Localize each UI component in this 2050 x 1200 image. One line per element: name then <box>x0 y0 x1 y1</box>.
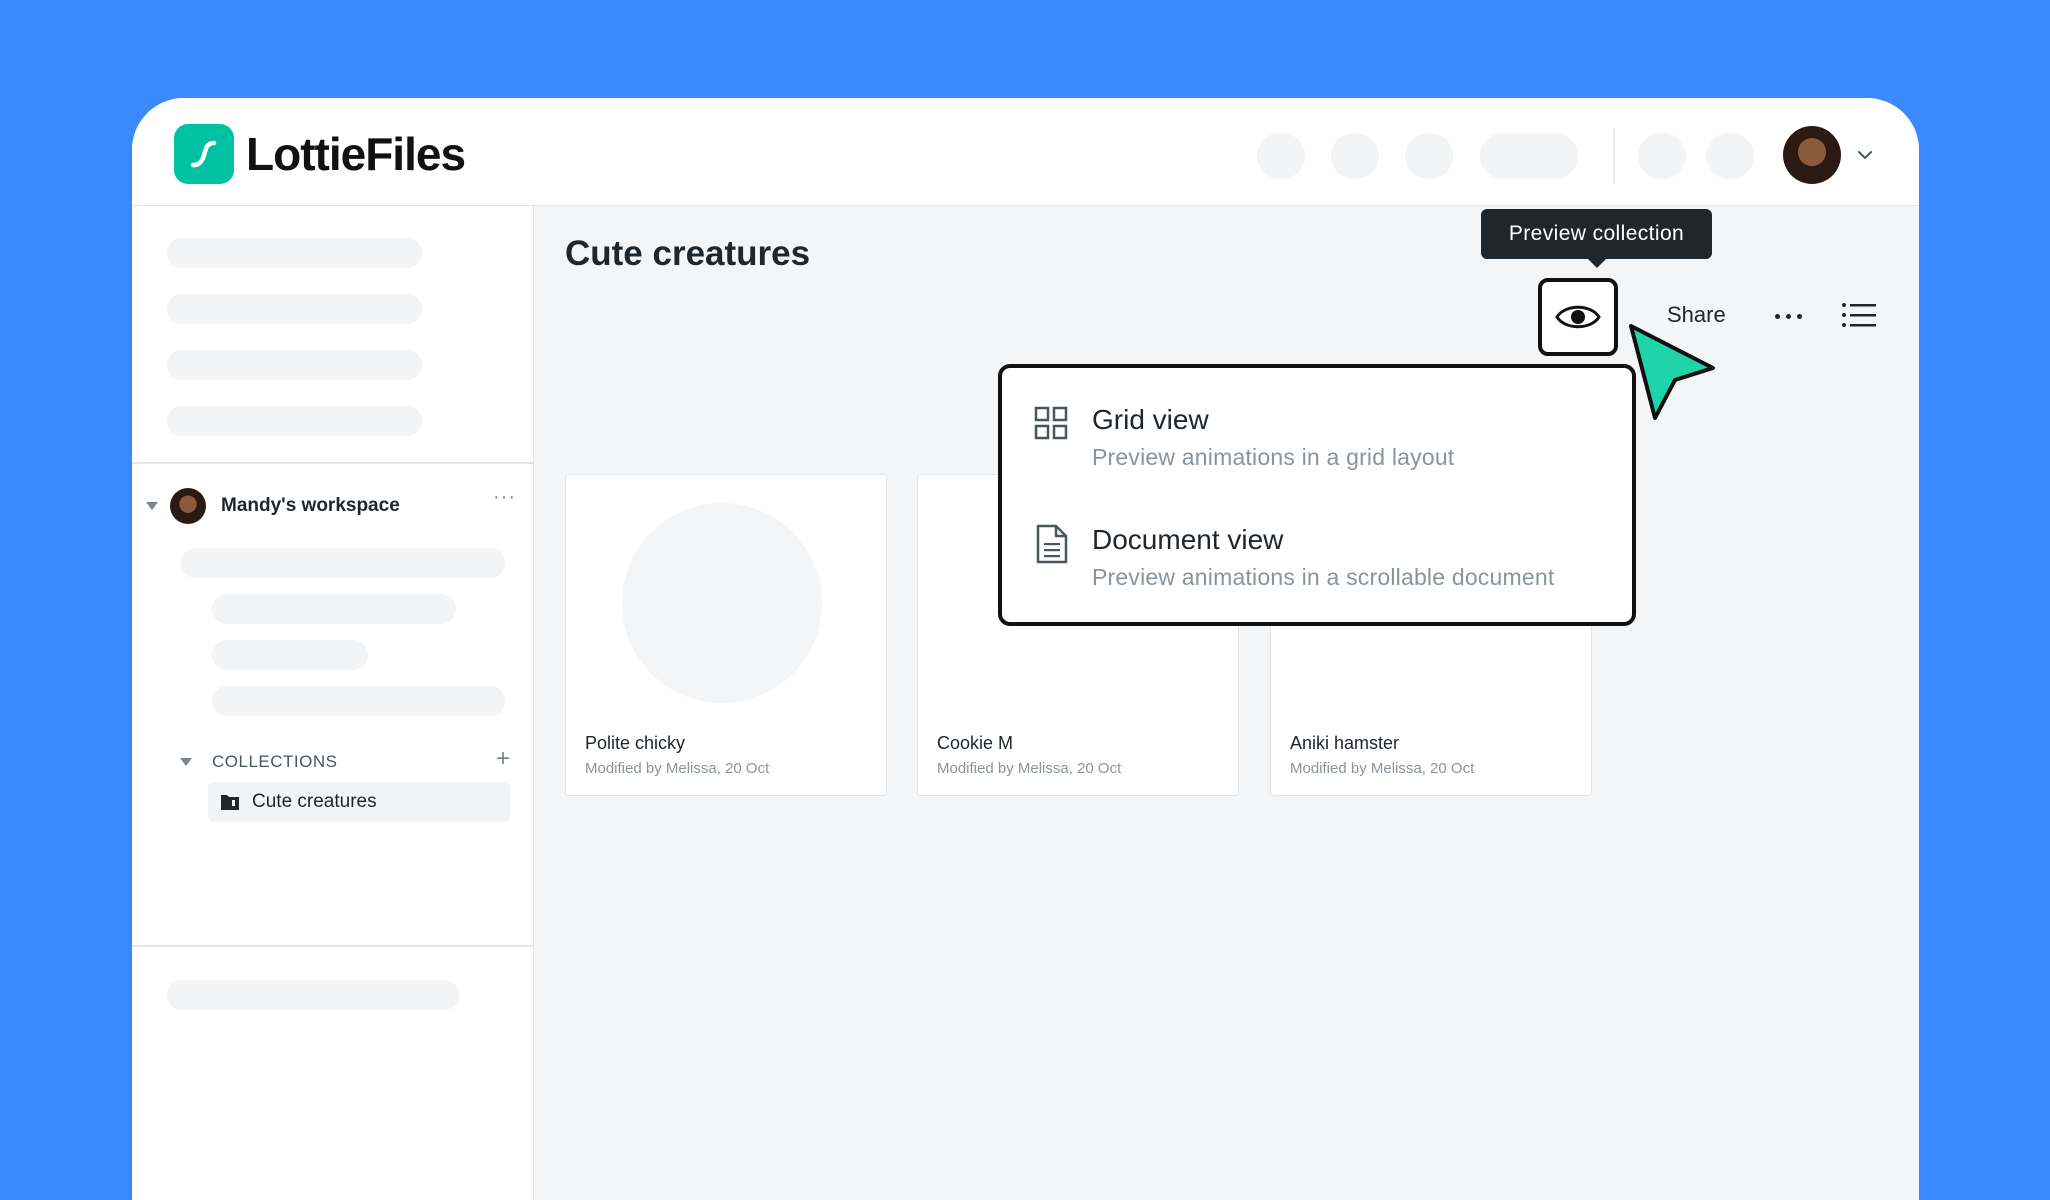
sidebar-placeholder[interactable] <box>167 294 422 324</box>
grid-icon <box>1034 406 1068 440</box>
workspace-avatar <box>170 488 206 524</box>
sidebar-placeholder[interactable] <box>212 594 456 624</box>
app-window: LottieFiles Mandy's workspace ··· COLLEC… <box>132 98 1919 1200</box>
caret-down-icon[interactable] <box>146 502 158 510</box>
sidebar-divider <box>132 945 533 947</box>
sidebar-placeholder[interactable] <box>167 406 422 436</box>
workspace-more-icon[interactable]: ··· <box>493 486 516 509</box>
card-meta: Modified by Melissa, 20 Oct <box>937 760 1122 777</box>
sidebar-placeholder[interactable] <box>167 238 422 268</box>
logo-text: LottieFiles <box>246 128 466 180</box>
logo[interactable]: LottieFiles <box>174 124 466 184</box>
menu-item-title: Grid view <box>1092 404 1209 435</box>
menu-item-subtitle: Preview animations in a grid layout <box>1092 444 1455 470</box>
header-icon-placeholder[interactable] <box>1405 133 1453 179</box>
sidebar-divider <box>132 462 533 464</box>
menu-item-subtitle: Preview animations in a scrollable docum… <box>1092 564 1555 590</box>
collection-item-label: Cute creatures <box>252 791 377 812</box>
logo-mark-icon <box>174 124 234 184</box>
eye-icon <box>1555 305 1601 329</box>
sidebar: Mandy's workspace ··· COLLECTIONS + Cute… <box>132 206 534 1200</box>
preview-menu: Grid view Preview animations in a grid l… <box>998 364 1636 626</box>
menu-item-grid-view[interactable]: Grid view Preview animations in a grid l… <box>1034 404 1614 474</box>
more-options-icon[interactable] <box>1775 314 1802 319</box>
sidebar-placeholder[interactable] <box>212 640 368 670</box>
add-collection-button[interactable]: + <box>496 745 510 773</box>
sidebar-placeholder[interactable] <box>167 980 459 1010</box>
sidebar-placeholder[interactable] <box>212 686 505 716</box>
caret-down-icon[interactable] <box>180 758 192 766</box>
menu-item-document-view[interactable]: Document view Preview animations in a sc… <box>1034 524 1614 594</box>
card-title: Polite chicky <box>585 733 686 753</box>
header-icon-placeholder[interactable] <box>1257 133 1305 179</box>
card-meta: Modified by Melissa, 20 Oct <box>1290 760 1475 777</box>
collections-label: COLLECTIONS <box>212 752 338 771</box>
header-divider <box>1613 128 1615 184</box>
header-button-placeholder[interactable] <box>1480 133 1578 179</box>
collections-header[interactable]: COLLECTIONS + <box>180 745 510 777</box>
page-title: Cute creatures <box>565 234 811 273</box>
cursor-pointer-icon <box>1629 324 1715 420</box>
collection-item-cute-creatures[interactable]: Cute creatures <box>208 782 510 822</box>
card-title: Aniki hamster <box>1290 733 1400 753</box>
sidebar-placeholder[interactable] <box>167 350 422 380</box>
animation-card[interactable]: Polite chicky Modified by Melissa, 20 Oc… <box>565 474 887 796</box>
top-header: LottieFiles <box>132 98 1919 206</box>
document-icon <box>1036 524 1068 564</box>
card-meta: Modified by Melissa, 20 Oct <box>585 760 770 777</box>
card-title: Cookie M <box>937 733 1014 753</box>
header-icon-placeholder[interactable] <box>1331 133 1379 179</box>
sidebar-placeholder[interactable] <box>181 548 505 578</box>
header-icon-placeholder[interactable] <box>1638 133 1686 179</box>
folder-icon <box>221 795 239 810</box>
preview-button[interactable] <box>1538 278 1618 356</box>
chevron-down-icon[interactable] <box>1854 144 1876 166</box>
animation-thumbnail <box>622 503 822 703</box>
workspace-row[interactable]: Mandy's workspace ··· <box>146 486 516 526</box>
workspace-name: Mandy's workspace <box>221 495 400 516</box>
preview-tooltip: Preview collection <box>1481 209 1712 268</box>
user-avatar[interactable] <box>1783 126 1841 184</box>
list-view-icon[interactable] <box>1842 302 1876 328</box>
menu-item-title: Document view <box>1092 524 1284 555</box>
header-icon-placeholder[interactable] <box>1706 133 1754 179</box>
